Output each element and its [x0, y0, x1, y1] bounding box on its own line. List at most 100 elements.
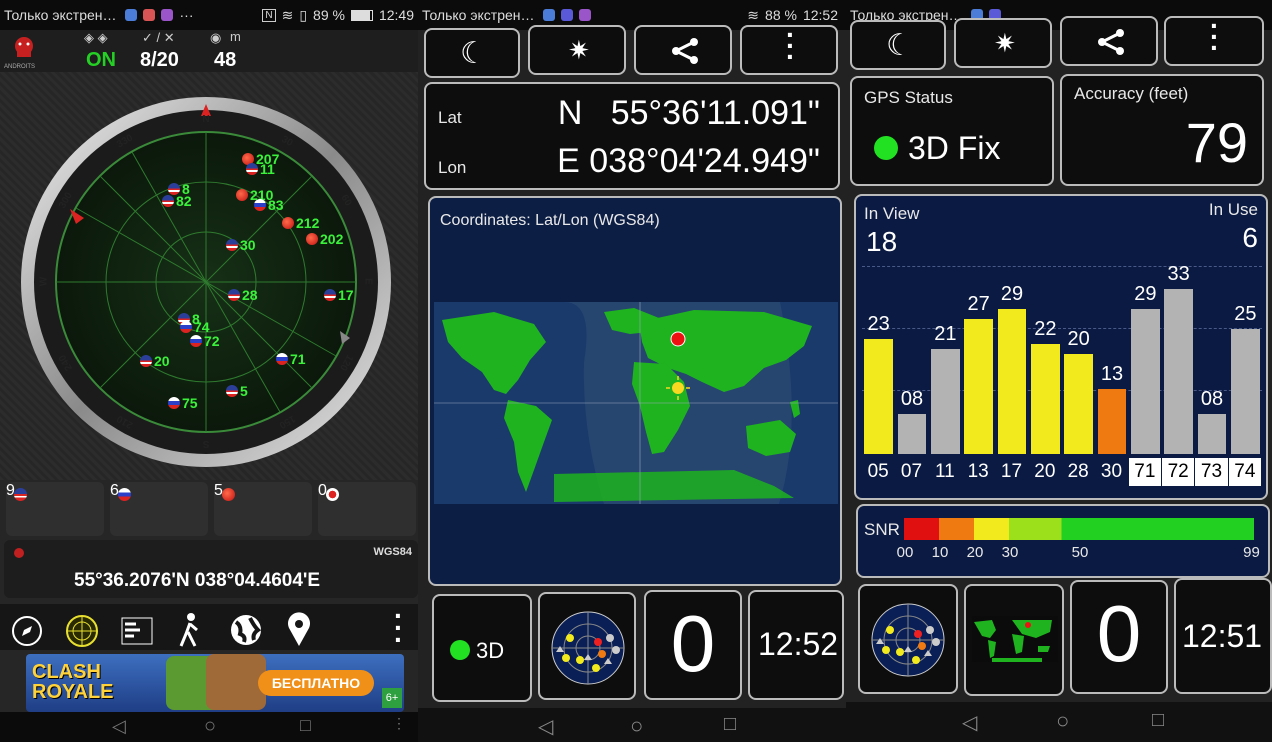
pin-icon[interactable]: [286, 612, 312, 648]
usa-flag-icon: [246, 162, 258, 175]
back-icon[interactable]: ◁: [962, 710, 977, 735]
satellite-marker[interactable]: 71: [276, 350, 306, 368]
home-icon[interactable]: ○: [204, 715, 216, 738]
list-icon[interactable]: [120, 616, 154, 646]
fix-status-tile[interactable]: 3D: [432, 594, 532, 702]
china-flag-icon: [222, 488, 235, 501]
satellite-marker[interactable]: 202: [306, 230, 343, 248]
mini-world-map-icon: [972, 616, 1058, 662]
snr-tick-label: 50: [1071, 544, 1089, 561]
satellite-marker[interactable]: 5: [226, 382, 248, 400]
overflow-menu-button[interactable]: · · ·: [740, 21, 838, 75]
signal-bar: [931, 349, 960, 454]
coordinates-text: 55°36.2076'N 038°04.4604'E: [74, 570, 321, 591]
more-notifications-icon: ···: [179, 7, 194, 23]
satellite-marker[interactable]: 72: [190, 332, 220, 350]
constellation-count-box[interactable]: 6: [110, 482, 208, 536]
ad-cta-button[interactable]: БЕСПЛАТНО: [258, 670, 374, 696]
satellite-prn-label: 74: [1228, 458, 1261, 486]
counter-tile[interactable]: 0: [1070, 580, 1168, 694]
globe-icon[interactable]: [228, 612, 264, 648]
brightness-button[interactable]: ✷: [528, 25, 626, 75]
map-tile[interactable]: [964, 584, 1064, 696]
radar-icon[interactable]: [64, 613, 100, 649]
bar-value-label: 08: [900, 388, 924, 410]
bar-value-label: 29: [1134, 283, 1157, 305]
constellation-count-box[interactable]: 9: [6, 482, 104, 536]
signal-bar: [964, 319, 993, 454]
sky-view-tile[interactable]: [538, 592, 636, 700]
ad-banner[interactable]: CLASH ROYALE БЕСПЛАТНО 6+: [26, 654, 404, 712]
russia-flag-icon: [190, 334, 202, 347]
satellite-radar[interactable]: [20, 96, 392, 468]
wifi-icon: ≋: [747, 6, 760, 23]
satellite-marker[interactable]: 30: [226, 236, 256, 254]
constellation-count-box[interactable]: 0: [318, 482, 416, 536]
usa-flag-icon: [226, 238, 238, 251]
satellite-marker[interactable]: 82: [162, 192, 192, 210]
satellite-prn-label: 17: [1000, 461, 1023, 482]
world-map-card[interactable]: Coordinates: Lat/Lon (WGS84): [428, 196, 842, 586]
signal-bar: [897, 414, 927, 454]
status-notification-text: Только экстрен…: [422, 7, 535, 23]
satellite-bar-chart[interactable]: In View 18 In Use 6 23 08 21 27 29 22 20 13 29 33…: [854, 194, 1268, 500]
signal-bar: [1064, 354, 1093, 454]
ad-age-rating: 6+: [382, 688, 402, 708]
status-time: 12:52: [802, 6, 838, 23]
night-mode-button[interactable]: ☾: [850, 20, 946, 70]
satellite-id: 72: [204, 332, 220, 349]
bar-plot-area: 23 08 21 27 29 22 20 13 29 33 08 25: [862, 196, 1262, 454]
bar-value-label: 33: [1167, 263, 1190, 285]
gps-test-status-panel: Только экстрен… ☾ ✷ · · · GPS Status 3D Fi…: [846, 0, 1272, 742]
status-time: 12:49: [378, 7, 414, 23]
logo-caption: ANDROITS: [4, 64, 36, 70]
satellite-marker[interactable]: 20: [140, 352, 170, 370]
bar-value-label: 29: [1000, 283, 1024, 305]
app-icon: [560, 9, 573, 21]
nav-bar: ◁ ○ □: [418, 708, 846, 742]
constellation-count-box[interactable]: 5: [214, 482, 312, 536]
more-icon[interactable]: · · ·: [394, 602, 403, 654]
satellite-prn-label: 72: [1162, 458, 1195, 486]
android-logo-icon: [10, 34, 38, 62]
fix-indicator-icon: [450, 640, 470, 660]
compass-icon[interactable]: [10, 614, 44, 648]
overflow-menu-button[interactable]: · · ·: [1164, 12, 1264, 66]
satellite-id: 75: [182, 394, 198, 411]
back-icon[interactable]: ◁: [112, 716, 126, 737]
recents-icon[interactable]: □: [1152, 709, 1164, 732]
accuracy-box: Accuracy (feet) 79: [1060, 74, 1264, 186]
satellite-marker[interactable]: 11: [246, 160, 275, 178]
share-button[interactable]: [1060, 16, 1158, 66]
brightness-button[interactable]: ✷: [954, 18, 1052, 68]
china-flag-icon: [282, 216, 294, 229]
satellite-id: 17: [338, 286, 354, 303]
counter-tile[interactable]: 0: [644, 590, 742, 700]
home-icon[interactable]: ○: [1056, 708, 1069, 734]
vibrate-icon: ▯: [299, 6, 308, 23]
walk-icon[interactable]: [176, 612, 204, 648]
recents-icon[interactable]: □: [300, 715, 311, 736]
satellite-id: 71: [290, 350, 306, 367]
time-value: 12:51: [1182, 618, 1263, 654]
menu-icon[interactable]: ⋮: [392, 715, 406, 732]
satellite-marker[interactable]: 17: [324, 286, 354, 304]
satellite-prn-label: 13: [967, 461, 989, 482]
home-icon[interactable]: ○: [630, 713, 643, 739]
lon-value: E 038°04'24.949": [557, 142, 820, 180]
share-button[interactable]: [634, 25, 732, 75]
time-tile[interactable]: 12:52: [748, 590, 844, 700]
back-icon[interactable]: ◁: [538, 714, 553, 739]
satellite-id: 82: [176, 192, 192, 209]
satellite-marker[interactable]: 28: [228, 286, 258, 304]
satellite-marker[interactable]: 75: [168, 394, 198, 412]
satellite-marker[interactable]: 83: [254, 196, 284, 214]
bar-value-label: 13: [1100, 363, 1124, 385]
night-mode-button[interactable]: ☾: [424, 28, 520, 78]
sky-view-tile[interactable]: [858, 584, 958, 694]
satellite-prn-label: 28: [1067, 461, 1089, 482]
counter-value: 0: [1096, 589, 1142, 678]
japan-flag-icon: [326, 488, 339, 501]
time-tile[interactable]: 12:51: [1174, 578, 1272, 694]
recents-icon[interactable]: □: [724, 713, 736, 736]
